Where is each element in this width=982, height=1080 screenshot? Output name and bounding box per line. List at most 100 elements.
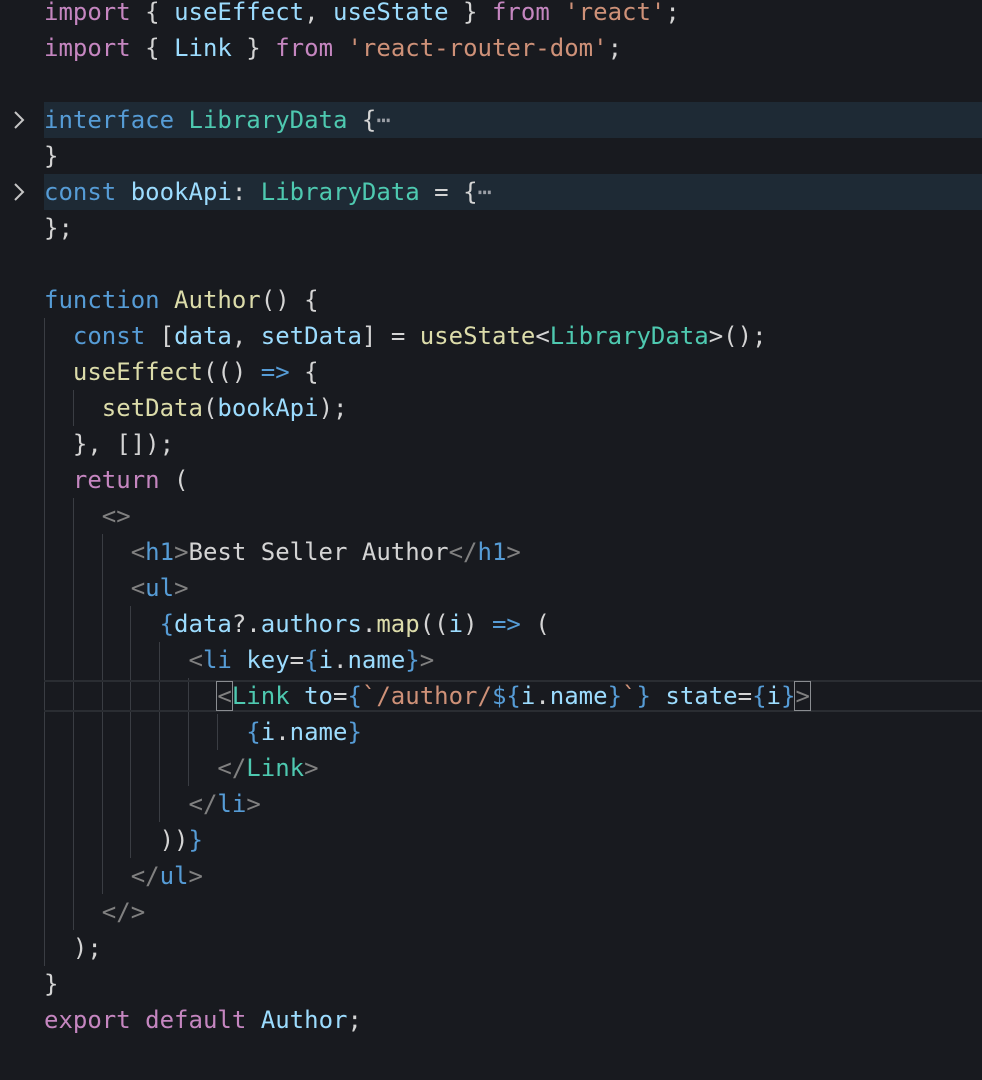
code-token: data xyxy=(174,610,232,638)
code-text: {data?.authors.map((i) => ( xyxy=(44,606,550,642)
code-text: setData(bookApi); xyxy=(44,390,348,426)
code-token: } xyxy=(44,142,59,170)
code-token: ; xyxy=(607,34,623,62)
fold-ellipsis[interactable]: ⋯ xyxy=(376,106,390,134)
code-text: <Link to={`/author/${i.name}`} state={i}… xyxy=(44,681,811,711)
code-line[interactable]: <> xyxy=(0,498,982,534)
code-token: > xyxy=(794,681,811,711)
code-text: } xyxy=(44,966,58,1002)
code-line[interactable]: </ul> xyxy=(0,858,982,894)
code-token: = { xyxy=(419,178,478,206)
code-line[interactable]: export default Author; xyxy=(0,1002,982,1038)
code-text: </Link> xyxy=(44,750,319,786)
code-token: (( xyxy=(419,610,449,638)
code-line[interactable]: import { useEffect, useState } from 'rea… xyxy=(0,0,982,30)
code-token: Link xyxy=(174,34,232,62)
code-line[interactable]: } xyxy=(0,966,982,1002)
code-token: } xyxy=(607,682,623,710)
code-token: > xyxy=(506,538,521,566)
code-line[interactable]: </> xyxy=(0,894,982,930)
code-token: 'react-router-dom' xyxy=(347,34,608,62)
code-token: . xyxy=(333,646,348,674)
code-token: name xyxy=(347,646,406,674)
code-token: Best Seller Author xyxy=(188,538,449,566)
code-line[interactable]: interface LibraryData {⋯ xyxy=(44,102,982,138)
code-line[interactable] xyxy=(0,66,982,102)
code-token: ?. xyxy=(231,610,261,638)
code-token: { xyxy=(130,34,175,62)
code-line[interactable]: useEffect(() => { xyxy=(0,354,982,390)
code-token: LibraryData xyxy=(260,178,420,206)
code-text: <> xyxy=(44,498,131,534)
code-line[interactable]: {data?.authors.map((i) => ( xyxy=(0,606,982,642)
code-token: => xyxy=(260,358,290,386)
code-line[interactable]: setData(bookApi); xyxy=(0,390,982,426)
code-token: ] = xyxy=(361,322,420,350)
fold-ellipsis[interactable]: ⋯ xyxy=(478,178,492,206)
code-line[interactable]: <li key={i.name}> xyxy=(0,642,982,678)
code-line[interactable]: {i.name} xyxy=(0,714,982,750)
code-token: (() xyxy=(202,358,261,386)
code-token: i xyxy=(318,646,334,674)
code-token: Link xyxy=(231,682,290,710)
code-token: default xyxy=(145,1006,247,1034)
code-token: from xyxy=(275,34,334,62)
code-line[interactable] xyxy=(0,246,982,282)
code-token: . xyxy=(275,718,290,746)
code-line[interactable]: const [data, setData] = useState<Library… xyxy=(0,318,982,354)
code-token: ); xyxy=(44,934,102,962)
code-token: bookApi xyxy=(130,178,232,206)
code-line[interactable]: function Author() { xyxy=(0,282,982,318)
code-token: } xyxy=(347,718,362,746)
code-token: = xyxy=(737,682,753,710)
code-token: name xyxy=(549,682,608,710)
code-line[interactable]: }, []); xyxy=(0,426,982,462)
code-text: <ul> xyxy=(44,570,189,606)
code-token: > xyxy=(304,754,319,782)
code-token: LibraryData xyxy=(549,322,709,350)
code-text: </> xyxy=(44,894,145,930)
code-token: const xyxy=(72,322,146,350)
code-line[interactable]: import { Link } from 'react-router-dom'; xyxy=(0,30,982,66)
code-token: }; xyxy=(44,214,73,242)
code-line[interactable]: <Link to={`/author/${i.name}`} state={i}… xyxy=(44,680,982,712)
code-text: return ( xyxy=(44,462,189,498)
code-token: { xyxy=(246,718,261,746)
code-text: ); xyxy=(44,930,102,966)
code-token: ${ xyxy=(491,682,521,710)
code-text: <h1>Best Seller Author</h1> xyxy=(44,534,521,570)
code-token: map xyxy=(376,610,420,638)
code-token: bookApi xyxy=(217,394,319,422)
code-token: } xyxy=(44,970,59,998)
code-token: > xyxy=(419,646,435,674)
code-line[interactable]: return ( xyxy=(0,462,982,498)
code-text: useEffect(() => { xyxy=(44,354,319,390)
code-line[interactable]: <h1>Best Seller Author</h1> xyxy=(0,534,982,570)
code-token: function xyxy=(44,286,160,314)
code-line[interactable]: ))} xyxy=(0,822,982,858)
code-line[interactable]: ); xyxy=(0,930,982,966)
code-token: </ xyxy=(448,538,478,566)
code-token: { xyxy=(347,106,377,134)
code-line[interactable]: }; xyxy=(0,210,982,246)
code-token: < xyxy=(216,681,233,711)
code-token: { xyxy=(752,682,767,710)
code-token: useState xyxy=(333,0,449,26)
code-text: export default Author; xyxy=(44,1002,362,1038)
chevron-right-icon[interactable] xyxy=(12,174,30,210)
code-editor[interactable]: import { useEffect, useState } from 'rea… xyxy=(0,0,982,1080)
code-line[interactable]: <ul> xyxy=(0,570,982,606)
code-line[interactable]: } xyxy=(0,138,982,174)
code-line[interactable]: const bookApi: LibraryData = {⋯ xyxy=(44,174,982,210)
code-line[interactable]: </Link> xyxy=(0,750,982,786)
chevron-right-icon[interactable] xyxy=(12,102,30,138)
code-token: const xyxy=(44,178,117,206)
code-line[interactable]: </li> xyxy=(0,786,982,822)
